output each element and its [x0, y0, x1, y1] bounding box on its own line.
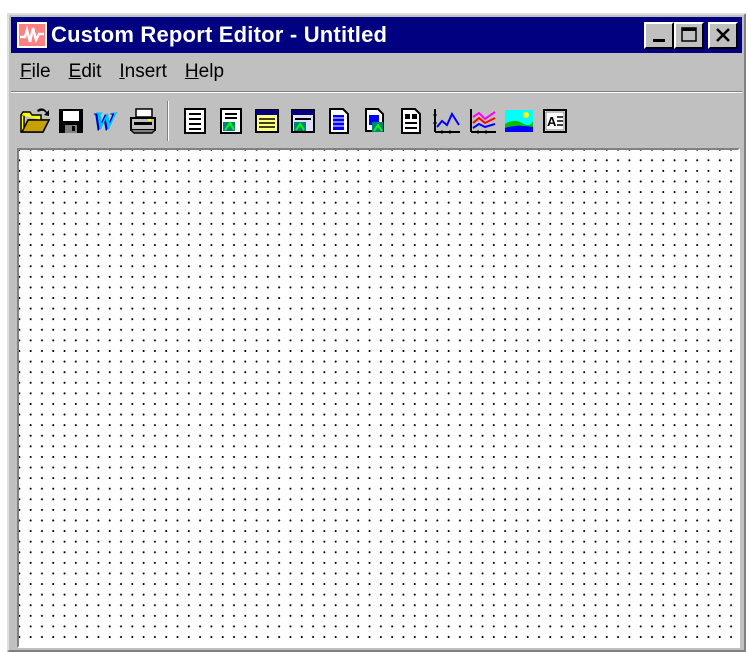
- caption-buttons: [644, 22, 738, 49]
- line-chart-icon: [433, 109, 460, 134]
- toolbar: W W A: [17, 99, 740, 143]
- close-icon: [716, 28, 730, 42]
- page-header-icon: [255, 109, 279, 133]
- menu-help-accel: H: [184, 61, 199, 82]
- svg-text:A: A: [547, 114, 557, 129]
- insert-report-header-button[interactable]: [177, 103, 213, 139]
- app-waveform-icon: [17, 22, 47, 48]
- export-word-button[interactable]: W W: [89, 103, 125, 139]
- page-footer-icon: [291, 109, 315, 133]
- menu-file[interactable]: File: [11, 61, 60, 83]
- report-design-canvas[interactable]: [17, 148, 740, 648]
- menu-insert[interactable]: Insert: [110, 61, 176, 83]
- maximize-icon: [681, 27, 697, 42]
- window-title: Custom Report Editor - Untitled: [51, 22, 388, 47]
- insert-page-header-button[interactable]: [249, 103, 285, 139]
- insert-text-box-button[interactable]: A: [537, 103, 573, 139]
- image-icon: [505, 110, 533, 132]
- text-box-icon: A: [543, 109, 567, 133]
- insert-image-button[interactable]: [501, 103, 537, 139]
- minimize-button[interactable]: [644, 22, 674, 49]
- insert-subreport-button[interactable]: [357, 103, 393, 139]
- menu-edit[interactable]: Edit: [60, 61, 111, 83]
- toolbar-divider: [167, 101, 169, 141]
- multi-line-chart-icon: [470, 109, 496, 134]
- sub-report-icon: [365, 108, 384, 132]
- minimize-icon: [653, 39, 665, 42]
- open-folder-icon: [20, 108, 51, 133]
- insert-field-button[interactable]: [393, 103, 429, 139]
- insert-detail-button[interactable]: [321, 103, 357, 139]
- menu-edit-label: dit: [81, 61, 102, 82]
- maximize-button[interactable]: [674, 22, 704, 49]
- menu-edit-accel: E: [68, 61, 82, 82]
- field-icon: [401, 108, 421, 134]
- open-button[interactable]: [17, 103, 53, 139]
- close-button[interactable]: [708, 22, 738, 49]
- menu-help-label: elp: [198, 61, 225, 82]
- menu-separator: [11, 91, 742, 93]
- insert-multi-chart-button[interactable]: [465, 103, 501, 139]
- insert-line-chart-button[interactable]: [429, 103, 465, 139]
- menu-insert-label: nsert: [124, 61, 167, 82]
- word-export-icon: W W: [92, 108, 118, 135]
- menu-file-label: ile: [31, 61, 51, 82]
- detail-section-icon: [329, 108, 349, 134]
- print-button[interactable]: [125, 103, 161, 139]
- menu-help[interactable]: Help: [176, 61, 233, 83]
- print-icon: [130, 108, 156, 134]
- save-button[interactable]: [53, 103, 89, 139]
- svg-text:W: W: [94, 108, 118, 135]
- menu-bar: File Edit Insert Help: [11, 57, 742, 87]
- report-editor-window: Custom Report Editor - Untitled File Edi…: [7, 13, 746, 652]
- save-disk-icon: [59, 109, 83, 133]
- menu-file-accel: F: [20, 61, 32, 82]
- report-header-icon: [184, 108, 206, 134]
- insert-page-footer-button[interactable]: [285, 103, 321, 139]
- insert-report-footer-button[interactable]: [213, 103, 249, 139]
- report-footer-icon: [220, 108, 242, 134]
- title-bar[interactable]: Custom Report Editor - Untitled: [11, 17, 742, 53]
